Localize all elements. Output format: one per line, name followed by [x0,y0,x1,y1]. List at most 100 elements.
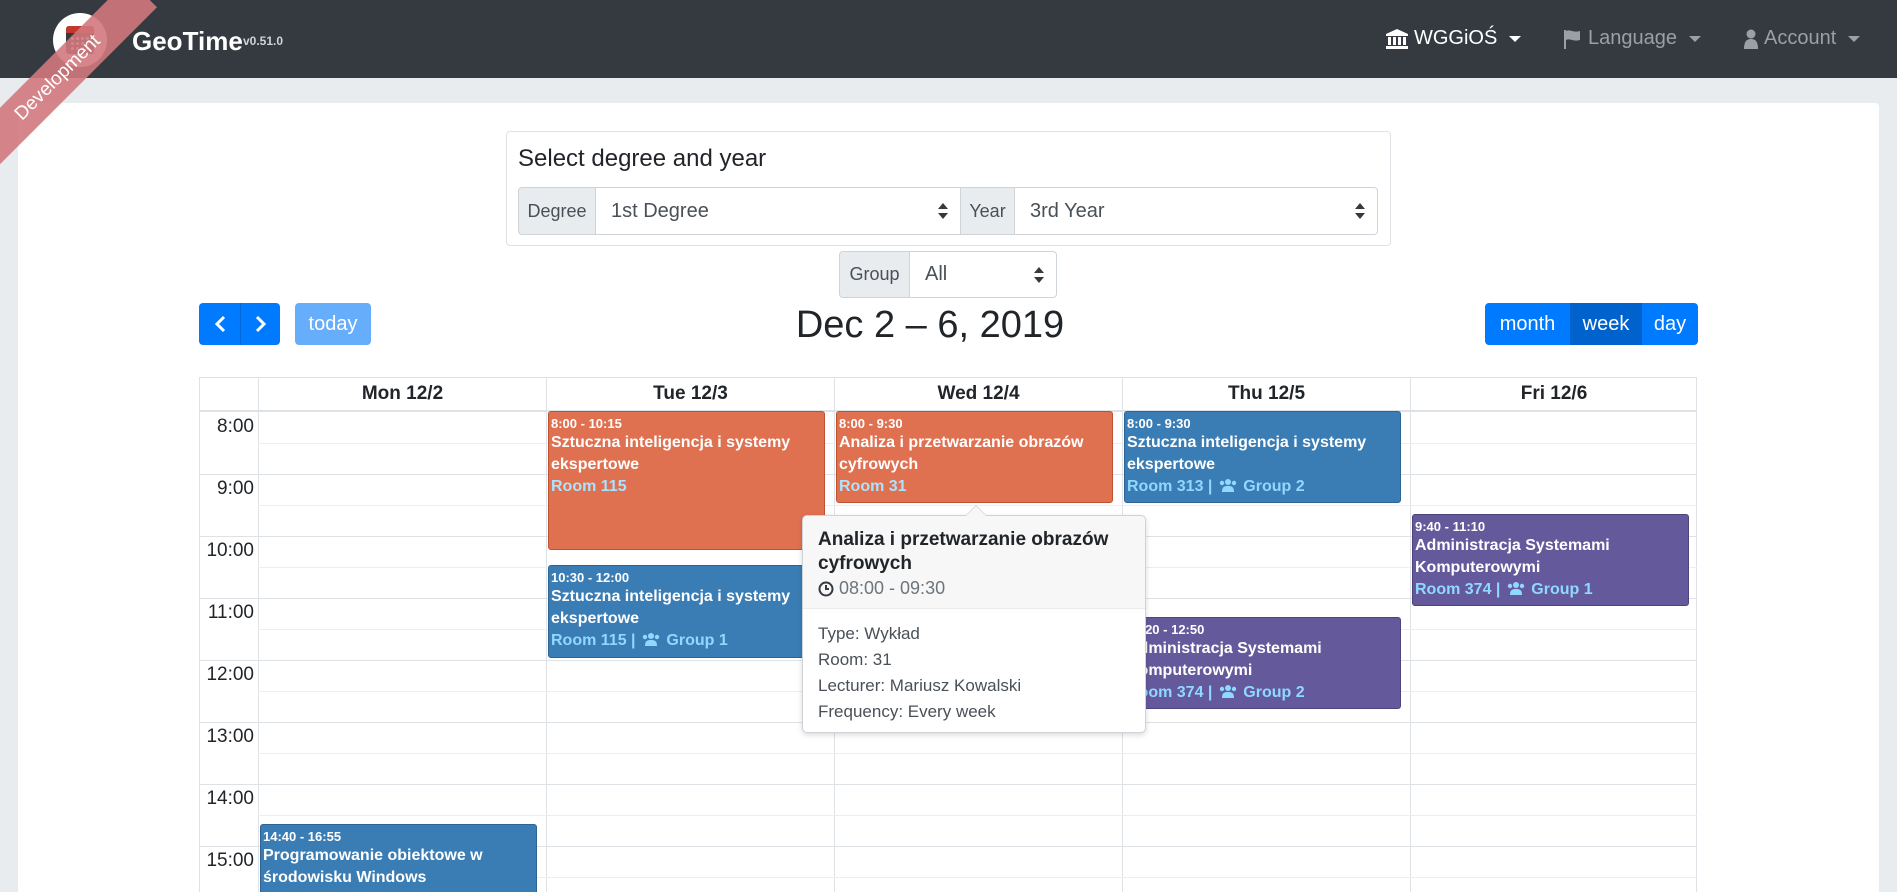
event-title: Administracja Systemami Komputerowymi [1415,537,1610,576]
year-label: Year [960,187,1015,235]
chevron-down-icon [1509,35,1522,42]
event-room: Room 313 | [1127,478,1213,495]
language-label: Language [1588,27,1677,49]
half-hour-line [258,753,1697,754]
account-dropdown[interactable]: Account [1744,27,1861,50]
popover-lecturer: Lecturer: Mariusz Kowalski [818,676,1022,695]
time-label: 14:00 [206,788,254,809]
month-view-button[interactable]: month [1485,303,1570,345]
event-room-line: Room 313 | Group 2 [1127,476,1398,498]
event-card[interactable]: 8:00 - 10:15 Sztuczna inteligencja i sys… [548,411,825,550]
account-label: Account [1764,27,1837,49]
time-label: 15:00 [206,850,254,871]
event-time: 8:00 - 9:30 [839,416,903,431]
popover-time: 08:00 - 09:30 [839,578,946,598]
popover-arrow [965,505,987,516]
group-value: All [925,263,948,285]
flag-icon [1564,29,1580,49]
select-arrows-icon [1355,203,1365,219]
faculty-dropdown[interactable]: WGGiOŚ [1386,27,1522,50]
time-label: 8:00 [217,416,254,437]
popover-header: Analiza i przetwarzanie obrazów cyfrowyc… [803,516,1145,609]
time-label: 13:00 [206,726,254,747]
time-label: 11:00 [207,602,254,623]
app-version: v0.51.0 [243,34,284,48]
event-room: Room 374 | [1415,581,1501,598]
week-view-button[interactable]: week [1570,303,1642,345]
year-select[interactable]: 3rd Year [1014,187,1378,235]
navbar: GeoTime v0.51.0 WGGiOŚ Language Account [0,0,1897,78]
group-label: Group [839,251,910,298]
event-card[interactable]: 10:30 - 12:00 Sztuczna inteligencja i sy… [548,565,825,658]
event-time: 10:30 - 12:00 [551,570,630,585]
next-button[interactable] [240,303,280,345]
popover-type: Type: Wykład [818,624,920,643]
event-time: 8:00 - 10:15 [551,416,622,431]
column-divider [546,410,547,892]
event-title: Administracja Systemami Komputerowymi [1127,640,1322,679]
degree-label: Degree [518,187,596,235]
day-header-thu: Thu 12/5 [1122,378,1410,410]
event-room-line: Room 374 | Group 1 [1415,579,1686,601]
chevron-down-icon [1848,35,1861,42]
event-time: 14:40 - 16:55 [263,829,342,844]
event-card[interactable]: 14:40 - 16:55 Programowanie obiektowe w … [260,824,537,892]
event-details-popover: Analiza i przetwarzanie obrazów cyfrowyc… [802,505,1146,733]
event-card[interactable]: 9:40 - 11:10 Administracja Systemami Kom… [1412,514,1689,606]
event-time: 11:20 - 12:50 [1127,622,1205,637]
event-group: Group 1 [1531,581,1593,598]
group-select[interactable]: All [909,251,1057,298]
hour-line [200,784,1697,785]
select-arrows-icon [1034,266,1044,283]
event-card[interactable]: 11:20 - 12:50 Administracja Systemami Ko… [1124,617,1401,709]
faculty-label: WGGiOŚ [1414,27,1498,49]
day-header-fri: Fri 12/6 [1410,378,1697,410]
event-room: Room 115 [551,478,627,495]
event-group: Group 2 [1243,478,1305,495]
brand-name[interactable]: GeoTime [132,26,243,57]
event-room-line: Room 374 | Group 2 [1127,682,1398,704]
event-time: 9:40 - 11:10 [1415,519,1486,534]
selector-heading: Select degree and year [518,145,767,172]
event-card[interactable]: 8:00 - 9:30 Sztuczna inteligencja i syst… [1124,411,1401,503]
event-title: Sztuczna inteligencja i systemy eksperto… [551,588,791,627]
event-title: Sztuczna inteligencja i systemy eksperto… [551,434,791,473]
popover-frequency: Frequency: Every week [818,702,996,721]
institution-icon [1386,28,1408,49]
popover-body: Type: Wykład Room: 31 Lecturer: Mariusz … [803,609,1145,737]
event-card-selected[interactable]: 8:00 - 9:30 Analiza i przetwarzanie obra… [836,411,1113,503]
day-header-wed: Wed 12/4 [834,378,1122,410]
clock-icon [818,581,834,596]
half-hour-line [258,815,1697,816]
degree-select[interactable]: 1st Degree [595,187,961,235]
event-group: Group 2 [1243,684,1305,701]
degree-value: 1st Degree [611,199,709,222]
year-value: 3rd Year [1030,199,1105,222]
select-arrows-icon [938,203,948,219]
user-icon [1744,29,1758,49]
chevron-right-icon [255,315,266,333]
event-room: Room 115 | [551,632,636,649]
calendar-title: Dec 2 – 6, 2019 [795,304,1065,346]
column-divider [1410,410,1411,892]
event-title: Analiza i przetwarzanie obrazów cyfrowyc… [839,434,1084,473]
event-title: Sztuczna inteligencja i systemy eksperto… [1127,434,1367,473]
time-label: 12:00 [206,664,254,685]
popover-room: Room: 31 [818,650,892,669]
event-room: Room 31 [839,478,907,495]
chevron-left-icon [214,315,225,333]
today-button[interactable]: today [295,303,371,345]
users-icon [1219,685,1237,698]
language-dropdown[interactable]: Language [1562,27,1701,50]
popover-time-row: 08:00 - 09:30 [818,578,1130,599]
day-header-tue: Tue 12/3 [546,378,834,410]
day-header-mon: Mon 12/2 [258,378,546,410]
users-icon [1507,582,1525,595]
event-group: Group 1 [666,632,728,649]
popover-title: Analiza i przetwarzanie obrazów cyfrowyc… [818,529,1109,574]
prev-button[interactable] [199,303,240,345]
chevron-down-icon [1688,35,1701,42]
day-view-button[interactable]: day [1642,303,1698,345]
column-divider [258,410,259,892]
time-label: 9:00 [217,478,254,499]
